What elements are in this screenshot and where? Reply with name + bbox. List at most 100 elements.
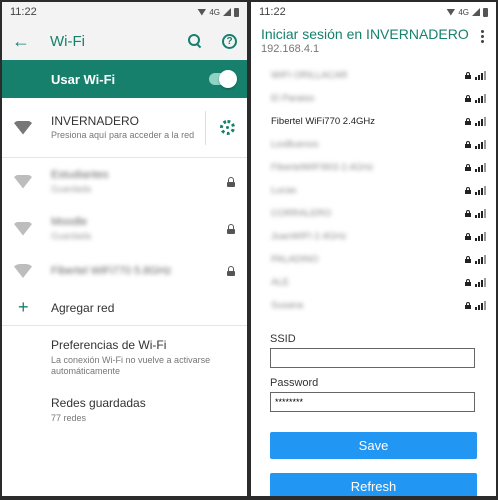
lock-icon xyxy=(465,279,471,286)
ssid-input[interactable] xyxy=(270,348,475,368)
network-status-icons xyxy=(465,254,486,264)
signal-icon xyxy=(223,8,231,16)
status-bar: 11:22 4G xyxy=(251,2,496,22)
lock-icon xyxy=(465,164,471,171)
lock-icon xyxy=(465,302,471,309)
wifi-status-icon xyxy=(197,8,207,16)
lock-icon xyxy=(465,256,471,263)
lock-icon xyxy=(227,223,235,234)
scanned-network-item[interactable]: LosBuenos xyxy=(271,133,486,156)
network-name: Moodle xyxy=(51,216,88,228)
wifi-status-icon xyxy=(446,8,456,16)
saved-networks-item[interactable]: Redes guardadas 77 redes xyxy=(2,384,247,442)
scanned-network-item[interactable]: El Paraiso xyxy=(271,87,486,110)
scanned-network-item[interactable]: FibertelWIFI903 2.4GHz xyxy=(271,156,486,179)
wifi-signal-icon xyxy=(14,221,32,236)
lock-icon xyxy=(465,118,471,125)
connected-network-subtitle: Presiona aquí para acceder a la red xyxy=(51,130,195,140)
lock-icon xyxy=(465,187,471,194)
use-wifi-label: Usar Wi-Fi xyxy=(51,71,116,87)
scanned-network-item[interactable]: Fibertel WiFi770 2.4GHz xyxy=(271,110,486,133)
scanned-network-item[interactable]: Lucas xyxy=(271,179,486,202)
network-status-icons xyxy=(465,139,486,149)
saved-networks-title: Redes guardadas xyxy=(51,396,146,410)
network-status-icons xyxy=(465,277,486,287)
use-wifi-toggle-row[interactable]: Usar Wi-Fi xyxy=(2,60,247,98)
signal-icon xyxy=(472,8,480,16)
status-bar: 11:22 4G xyxy=(2,2,247,22)
network-status-icons xyxy=(465,208,486,218)
scanned-network-name: PALADINO xyxy=(271,254,319,265)
network-row[interactable]: Moodle Guardada xyxy=(2,205,247,252)
add-network-row[interactable]: + Agregar red xyxy=(2,290,247,326)
back-arrow-icon[interactable]: ← xyxy=(12,31,50,52)
signal-strength-icon xyxy=(475,254,486,264)
divider xyxy=(205,110,206,145)
network-subtitle: Guardada xyxy=(51,231,92,241)
connected-network-row[interactable]: INVERNADERO Presiona aquí para acceder a… xyxy=(2,98,247,158)
network-status-icons xyxy=(465,231,486,241)
signal-strength-icon xyxy=(475,277,486,287)
wifi-switch[interactable] xyxy=(209,70,237,88)
saved-networks-count: 77 redes xyxy=(51,413,87,423)
scanned-network-item[interactable]: ALE xyxy=(271,271,486,294)
status-icons: 4G xyxy=(197,7,239,17)
scanned-networks-list: WIFI ORILLACAR El Paraiso Fibertel WiFi770… xyxy=(251,58,496,317)
scanned-network-name: FibertelWIFI903 2.4GHz xyxy=(271,162,374,173)
signal-strength-icon xyxy=(475,231,486,241)
wifi-signal-icon xyxy=(14,174,32,189)
wifi-preferences-title: Preferencias de Wi-Fi xyxy=(51,338,167,352)
captive-portal-screen: 11:22 4G Iniciar sesión en INVERNADERO 1… xyxy=(251,2,496,496)
network-subtitle: Guardada xyxy=(51,184,92,194)
network-type: 4G xyxy=(209,7,220,17)
scanned-network-name: Lucas xyxy=(271,185,297,196)
scanned-network-name: WIFI ORILLACAR xyxy=(271,70,348,81)
portal-header: Iniciar sesión en INVERNADERO 192.168.4.… xyxy=(251,22,496,58)
scanned-network-name: JuanWIFI 2.4GHz xyxy=(271,231,347,242)
scanned-network-name: El Paraiso xyxy=(271,93,315,104)
scanned-network-name: Susana xyxy=(271,300,304,311)
help-icon[interactable]: ? xyxy=(222,33,237,49)
wifi-preferences-subtitle: La conexión Wi-Fi no vuelve a activarse … xyxy=(51,355,211,376)
network-type: 4G xyxy=(458,7,469,17)
network-row[interactable]: Fibertel WiFi770 5.8GHz xyxy=(2,252,247,290)
status-time: 11:22 xyxy=(259,6,286,18)
scanned-network-item[interactable]: JuanWIFI 2.4GHz xyxy=(271,225,486,248)
signal-strength-icon xyxy=(475,70,486,80)
refresh-button[interactable]: Refresh xyxy=(270,473,477,496)
network-status-icons xyxy=(465,93,486,103)
scanned-network-item[interactable]: CORRALERO xyxy=(271,202,486,225)
signal-strength-icon xyxy=(475,93,486,103)
scanned-network-item[interactable]: WIFI ORILLACAR xyxy=(271,64,486,87)
scanned-network-name: LosBuenos xyxy=(271,139,319,150)
lock-icon xyxy=(465,141,471,148)
signal-strength-icon xyxy=(475,185,486,195)
scanned-network-item[interactable]: Susana xyxy=(271,294,486,317)
scanned-network-item[interactable]: PALADINO xyxy=(271,248,486,271)
portal-ip: 192.168.4.1 xyxy=(261,43,320,55)
wifi-preferences-item[interactable]: Preferencias de Wi-Fi La conexión Wi-Fi … xyxy=(2,326,247,384)
network-status-icons xyxy=(465,300,486,310)
password-label: Password xyxy=(270,377,319,389)
lock-icon xyxy=(465,95,471,102)
credentials-form: SSID Password Save Refresh xyxy=(251,317,496,496)
signal-strength-icon xyxy=(475,162,486,172)
signal-strength-icon xyxy=(475,116,486,126)
wifi-signal-icon xyxy=(14,120,32,135)
password-input[interactable] xyxy=(270,392,475,412)
overflow-menu-icon[interactable] xyxy=(481,30,484,43)
network-status-icons xyxy=(465,162,486,172)
search-icon[interactable] xyxy=(188,34,202,48)
wifi-signal-icon xyxy=(14,264,32,278)
portal-title: Iniciar sesión en INVERNADERO xyxy=(261,26,469,42)
gear-icon[interactable] xyxy=(220,120,235,135)
battery-icon xyxy=(234,7,239,17)
lock-icon xyxy=(227,266,235,276)
save-button[interactable]: Save xyxy=(270,432,477,459)
lock-icon xyxy=(465,233,471,240)
lock-icon xyxy=(465,210,471,217)
scanned-network-name: Fibertel WiFi770 2.4GHz xyxy=(271,116,376,127)
network-row[interactable]: Estudiantes Guardada xyxy=(2,158,247,205)
signal-strength-icon xyxy=(475,300,486,310)
lock-icon xyxy=(227,176,235,187)
